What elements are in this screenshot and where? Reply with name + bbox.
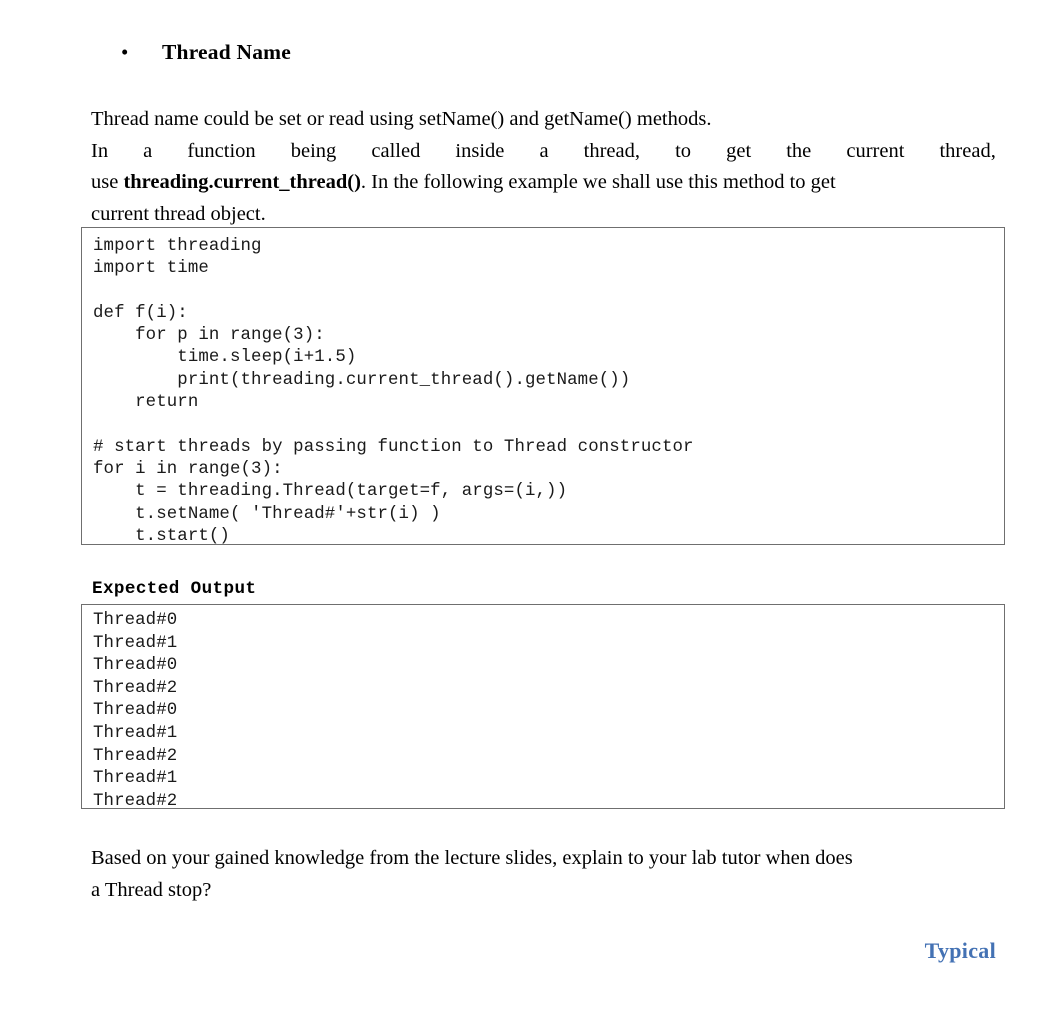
footer-accent-word: Typical (924, 938, 996, 963)
heading-label: Thread Name (162, 40, 292, 64)
intro-word: called (371, 139, 421, 162)
intro-word: being (290, 139, 337, 162)
intro-word: function (187, 139, 256, 162)
bullet-heading: • Thread Name (92, 36, 996, 68)
intro-word: thread, (583, 139, 640, 162)
expected-output-block: Thread#0 Thread#1 Thread#0 Thread#2 Thre… (81, 604, 1005, 811)
inline-code-emphasis: threading.current_thread() (123, 171, 361, 193)
clipped-top-line (92, 0, 996, 2)
intro-word: In (91, 139, 109, 162)
code-block-text: import threading import time def f(i): f… (93, 237, 694, 546)
intro-line-3-prefix: use (91, 171, 124, 193)
intro-word: a (143, 139, 153, 162)
closing-line-1: Based on your gained knowledge from the … (91, 847, 853, 869)
intro-word: get (726, 139, 752, 162)
expected-output-text: Thread#0 Thread#1 Thread#0 Thread#2 Thre… (93, 611, 178, 811)
intro-word: the (786, 139, 812, 162)
intro-word: current (846, 139, 905, 162)
intro-word: a (539, 139, 549, 162)
closing-line-2: a Thread stop? (91, 878, 212, 901)
expected-output-label: Expected Output (92, 579, 257, 599)
bullet-point-icon: • (121, 40, 129, 64)
code-block: import threading import time def f(i): f… (81, 227, 1005, 546)
intro-line-4: current thread object. (91, 202, 266, 225)
document-page: • Thread Name Thread name could be set o… (0, 0, 1044, 1032)
intro-line-3-suffix: . In the following example we shall use … (360, 171, 836, 193)
intro-line-2: In a function being called inside a thre… (91, 136, 996, 168)
intro-word: to (675, 139, 692, 162)
intro-line-3: use threading.current_thread(). In the f… (91, 167, 996, 199)
intro-line-1: Thread name could be set or read using s… (91, 108, 712, 130)
intro-word: thread, (939, 139, 996, 162)
intro-paragraph: Thread name could be set or read using s… (91, 104, 996, 230)
closing-question: Based on your gained knowledge from the … (91, 843, 996, 906)
intro-word: inside (455, 139, 505, 162)
